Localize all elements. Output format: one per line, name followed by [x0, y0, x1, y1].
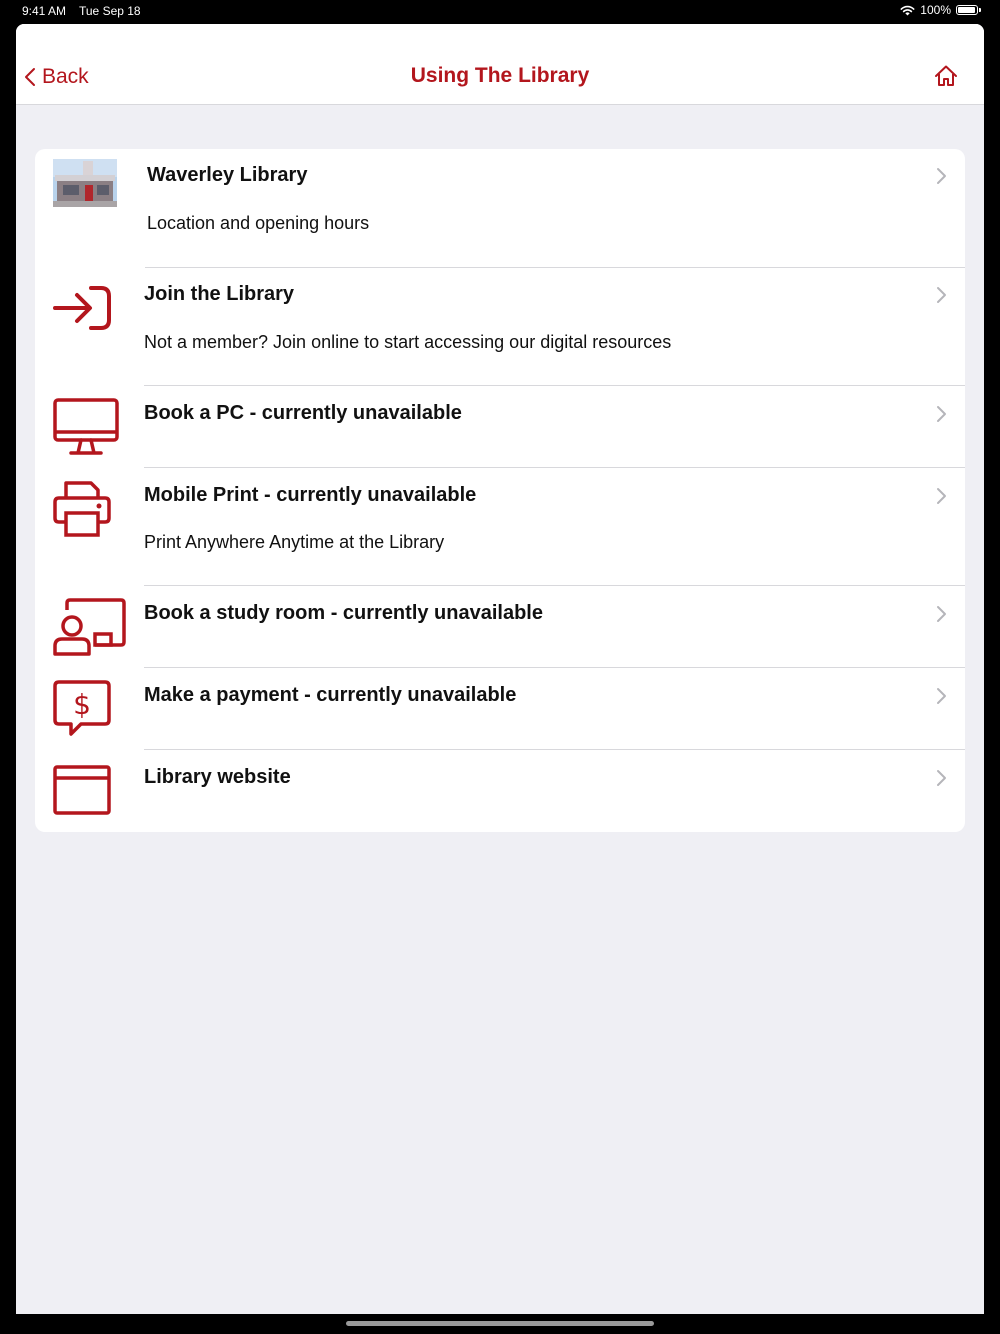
chevron-right-icon	[937, 688, 946, 704]
browser-window-icon	[53, 765, 111, 815]
list-item-mobile-print[interactable]: Mobile Print - currently unavailable Pri…	[35, 468, 965, 586]
list-item-title: Library website	[144, 766, 291, 788]
study-room-icon	[53, 598, 126, 656]
battery-percent: 100%	[920, 3, 951, 17]
app-window: Back Using The Library Waverley Library …	[16, 24, 984, 1314]
chevron-right-icon	[937, 168, 946, 184]
library-photo	[53, 159, 117, 207]
join-arrow-icon	[53, 286, 111, 330]
menu-list: Waverley Library Location and opening ho…	[35, 149, 965, 832]
list-item-waverley-library[interactable]: Waverley Library Location and opening ho…	[35, 149, 965, 268]
monitor-icon	[53, 398, 119, 455]
chevron-right-icon	[937, 406, 946, 422]
list-item-title: Book a PC - currently unavailable	[144, 402, 462, 424]
list-item-study-room[interactable]: Book a study room - currently unavailabl…	[35, 586, 965, 668]
list-item-subtitle: Print Anywhere Anytime at the Library	[144, 532, 445, 552]
svg-text:$: $	[73, 688, 91, 721]
printer-icon	[53, 481, 111, 537]
list-item-make-payment[interactable]: $ Make a payment - currently unavailable	[35, 668, 965, 750]
list-item-library-website[interactable]: Library website	[35, 750, 965, 832]
list-item-title: Make a payment - currently unavailable	[144, 684, 517, 706]
chevron-right-icon	[937, 770, 946, 786]
list-item-subtitle: Not a member? Join online to start acces…	[144, 332, 672, 352]
list-item-title: Waverley Library	[147, 164, 308, 186]
list-item-book-pc[interactable]: Book a PC - currently unavailable	[35, 386, 965, 468]
status-indicators: 100%	[900, 3, 981, 17]
list-item-title: Mobile Print - currently unavailable	[144, 484, 477, 506]
status-time: 9:41 AM	[22, 4, 67, 18]
status-bar: 9:41 AM Tue Sep 18 100%	[0, 0, 1000, 24]
navigation-bar: Back Using The Library	[16, 24, 984, 105]
chevron-right-icon	[937, 287, 946, 303]
status-date: Tue Sep 18	[79, 4, 141, 18]
list-item-join-library[interactable]: Join the Library Not a member? Join onli…	[35, 268, 965, 386]
page-title: Using The Library	[410, 64, 590, 87]
battery-icon	[956, 5, 981, 15]
list-item-subtitle: Location and opening hours	[147, 213, 370, 233]
home-icon[interactable]	[934, 64, 958, 88]
list-item-title: Book a study room - currently unavailabl…	[144, 602, 543, 624]
home-indicator[interactable]	[346, 1321, 654, 1326]
list-item-title: Join the Library	[144, 283, 295, 305]
battery-level	[958, 7, 975, 13]
payment-icon: $	[53, 680, 111, 736]
chevron-right-icon	[937, 606, 946, 622]
chevron-right-icon	[937, 488, 946, 504]
wifi-icon	[900, 5, 915, 15]
